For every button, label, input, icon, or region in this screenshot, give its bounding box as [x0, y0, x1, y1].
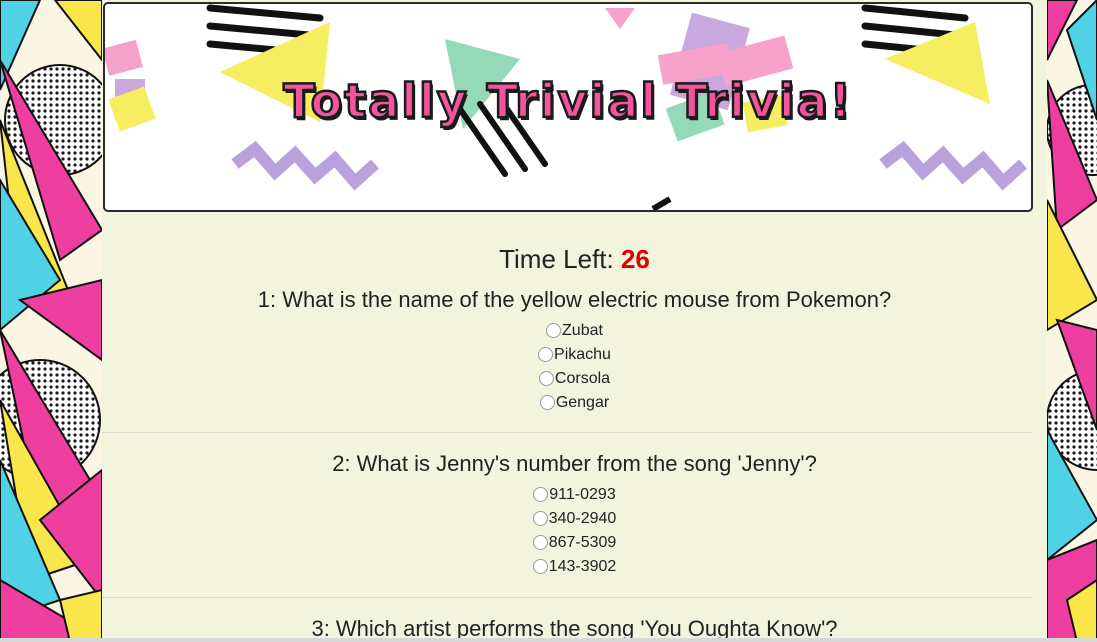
timer-label: Time Left: [499, 244, 621, 274]
header-banner: Totally Trivial Trivia! [103, 2, 1033, 212]
radio-button[interactable] [532, 511, 548, 526]
question-divider [102, 432, 1032, 433]
radio-button[interactable] [538, 371, 554, 386]
answer-option[interactable]: 340-2940 [102, 507, 1047, 531]
radio-button[interactable] [532, 535, 548, 550]
radio-button[interactable] [538, 347, 554, 362]
right-background-pattern [1047, 0, 1097, 642]
timer-value: 26 [620, 244, 650, 274]
question-2: 2: What is Jenny's number from the song … [102, 448, 1047, 579]
left-background-pattern [0, 0, 102, 642]
radio-button[interactable] [539, 395, 555, 410]
answer-label: Pikachu [554, 346, 611, 363]
radio-button[interactable] [546, 323, 562, 338]
answer-option[interactable]: Gengar [102, 391, 1047, 415]
answer-option[interactable]: Pikachu [102, 343, 1047, 367]
radio-button[interactable] [532, 559, 548, 574]
answer-label: 143-3902 [548, 558, 617, 575]
answer-label: 867-5309 [548, 534, 617, 551]
answer-label: 911-0293 [549, 486, 616, 503]
question-1-answers: Zubat Pikachu Corsola Gengar [102, 319, 1047, 415]
question-2-text: 2: What is Jenny's number from the song … [332, 451, 817, 476]
answer-label: Gengar [555, 394, 610, 411]
radio-button[interactable] [533, 487, 549, 502]
question-2-answers: 911-0293 340-2940 867-5309 143-3902 [102, 483, 1047, 579]
question-1-text: 1: What is the name of the yellow electr… [257, 287, 892, 312]
answer-option[interactable]: 911-0293 [102, 483, 1047, 507]
question-1: 1: What is the name of the yellow electr… [102, 284, 1047, 415]
answer-label: 340-2940 [548, 510, 617, 527]
answer-option[interactable]: 143-3902 [102, 555, 1047, 579]
main-content-panel: Totally Trivial Trivia! Time Left: 26 1:… [102, 0, 1047, 642]
banner-title: Totally Trivial Trivia! [282, 73, 853, 130]
answer-option[interactable]: 867-5309 [102, 531, 1047, 555]
window-bottom-edge [0, 638, 1097, 642]
answer-label: Corsola [554, 370, 611, 387]
timer-display: Time Left: 26 [102, 244, 1047, 275]
answer-option[interactable]: Corsola [102, 367, 1047, 391]
answer-label: Zubat [562, 322, 603, 339]
question-divider [102, 597, 1032, 598]
answer-option[interactable]: Zubat [102, 319, 1047, 343]
